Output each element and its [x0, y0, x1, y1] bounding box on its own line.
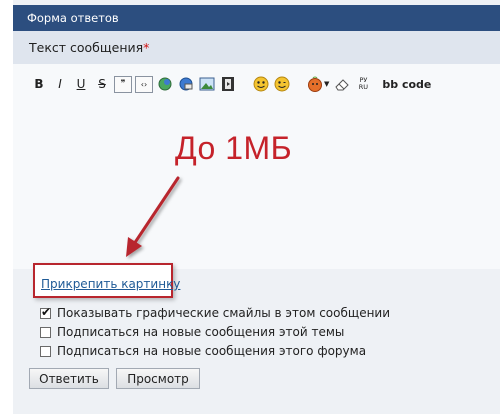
checkbox-subscribe-forum[interactable]	[40, 345, 51, 357]
required-mark: *	[143, 40, 150, 55]
checkbox-subscribe-topic[interactable]	[40, 326, 51, 338]
quote-icon: ❞	[120, 79, 126, 89]
message-label-row: Текст сообщения*	[13, 31, 500, 64]
size-limit-annotation: До 1МБ	[175, 130, 293, 166]
code-button[interactable]: ‹›	[135, 75, 153, 93]
smiley-button-2[interactable]	[273, 75, 291, 93]
film-icon	[222, 77, 234, 91]
eraser-button[interactable]	[333, 75, 351, 93]
translit-icon: РУ RU	[358, 76, 369, 91]
strike-button[interactable]: S	[93, 75, 111, 93]
option-subscribe-topic[interactable]: Подписаться на новые сообщения этой темы	[40, 325, 344, 339]
italic-button[interactable]: I	[51, 75, 69, 93]
chevron-down-icon: ▼	[324, 80, 330, 88]
code-brackets-icon: ‹›	[140, 79, 148, 89]
image-button[interactable]	[198, 75, 216, 93]
image-icon	[199, 77, 215, 91]
option-label: Подписаться на новые сообщения этого фор…	[57, 344, 367, 358]
link-button[interactable]	[156, 75, 174, 93]
smiley-wink-icon	[274, 76, 290, 92]
video-button[interactable]	[219, 75, 237, 93]
bbcode-toggle[interactable]: bb code	[381, 75, 432, 93]
option-label: Подписаться на новые сообщения этой темы	[57, 325, 345, 339]
translit-button[interactable]: РУ RU	[354, 75, 372, 93]
email-link-button[interactable]	[177, 75, 195, 93]
smiley-menu-button[interactable]: ▼	[306, 75, 330, 93]
attach-image-link[interactable]: Прикрепить картинку	[41, 277, 180, 291]
preview-button[interactable]: Просмотр	[116, 368, 200, 389]
globe-link-icon	[158, 77, 172, 91]
globe-email-icon	[179, 77, 193, 91]
message-label: Текст сообщения	[29, 40, 144, 55]
option-subscribe-forum[interactable]: Подписаться на новые сообщения этого фор…	[40, 344, 366, 358]
bold-button[interactable]: B	[30, 75, 48, 93]
quote-button[interactable]: ❞	[114, 75, 132, 93]
smiley-face-icon	[308, 76, 322, 92]
smiley-button[interactable]	[252, 75, 270, 93]
underline-button[interactable]: U	[72, 75, 90, 93]
editor-toolbar: B I U S ❞ ‹› ▼ РУ RU bb code	[30, 72, 435, 96]
smiley-icon	[253, 76, 269, 92]
option-show-smileys[interactable]: Показывать графические смайлы в этом соо…	[40, 305, 391, 320]
option-label: Показывать графические смайлы в этом соо…	[57, 306, 391, 320]
panel-title: Форма ответов	[13, 5, 500, 31]
reply-form-panel: Форма ответов Текст сообщения* B I U S ❞…	[13, 0, 500, 414]
reply-button[interactable]: Ответить	[29, 368, 109, 389]
checkbox-show-smileys[interactable]	[40, 305, 51, 319]
eraser-icon	[335, 79, 350, 91]
